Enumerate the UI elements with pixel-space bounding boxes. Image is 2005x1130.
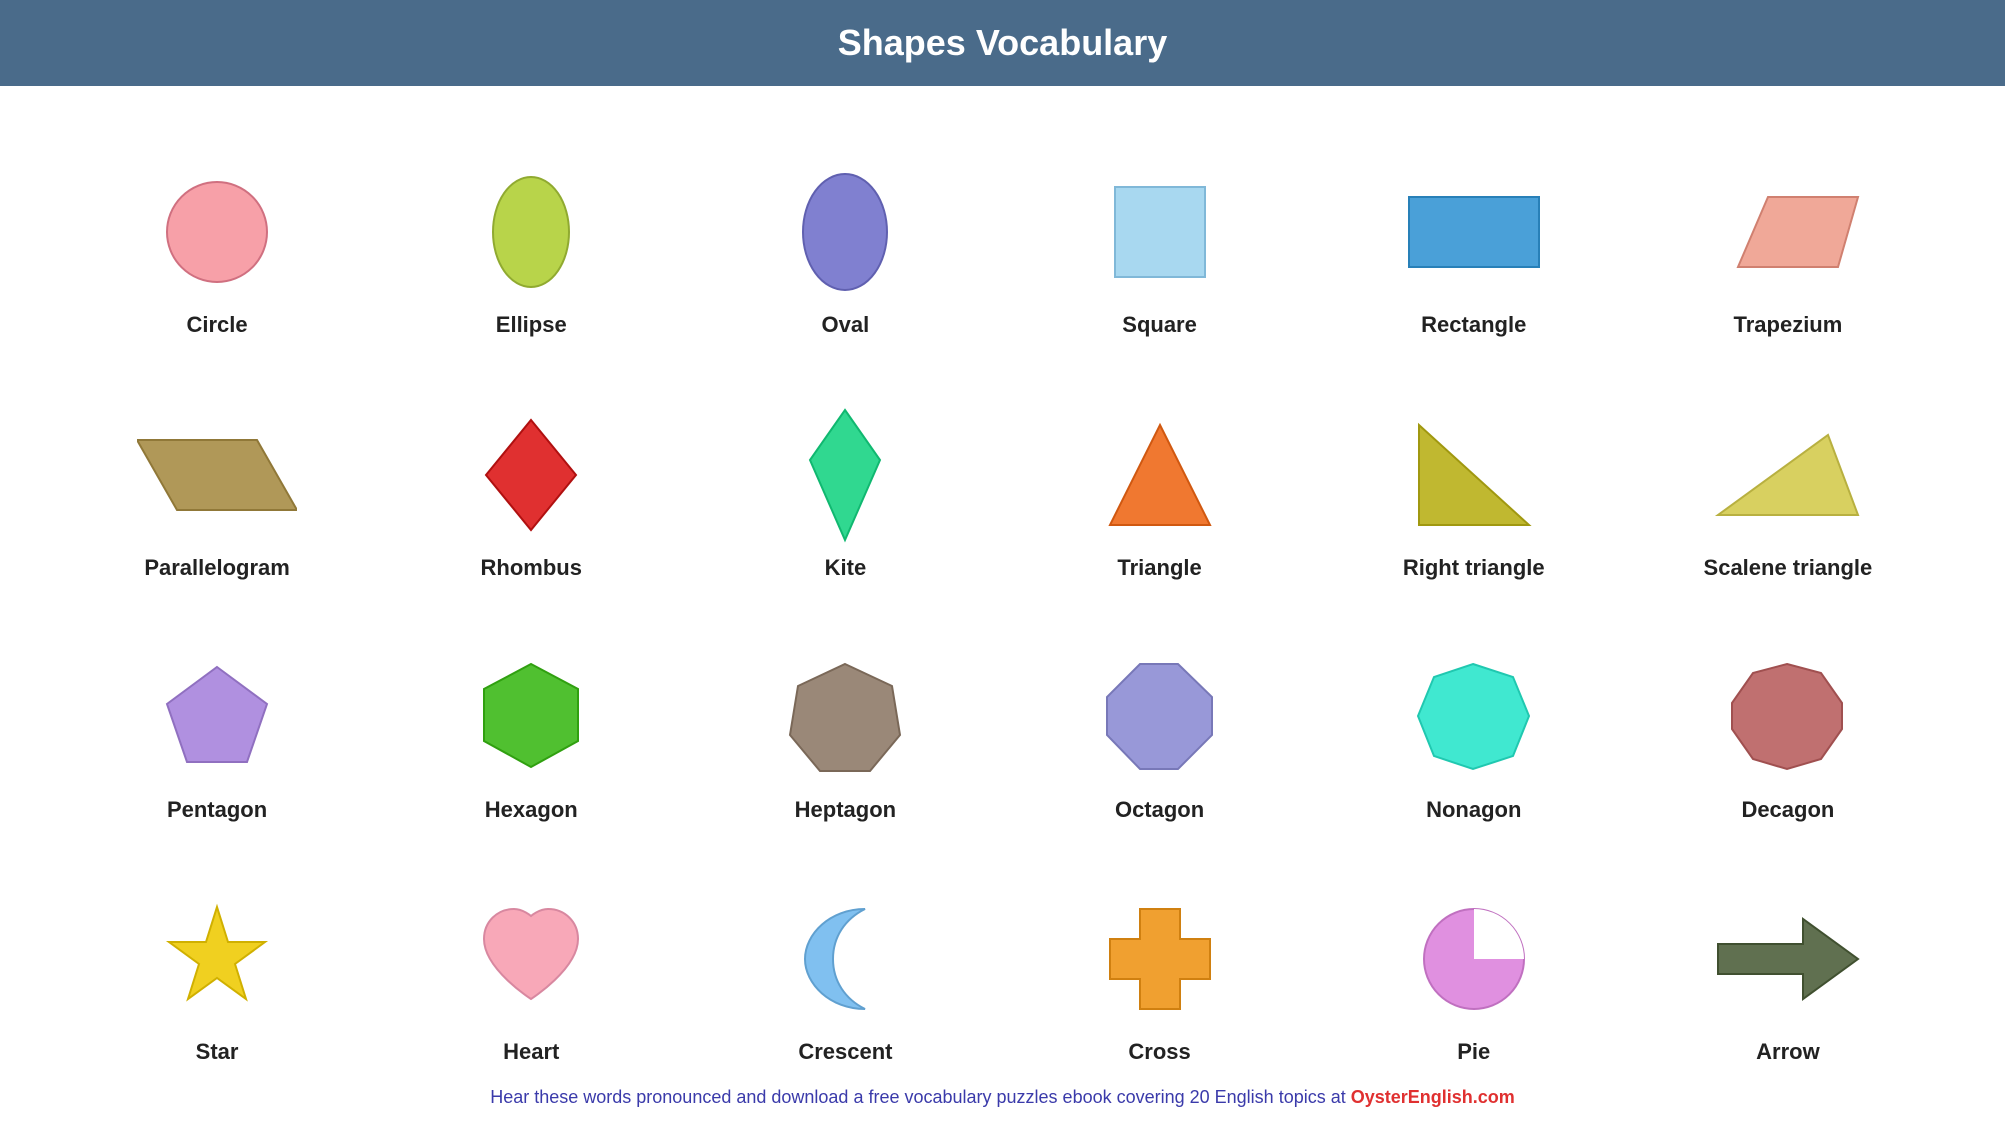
shape-label-nonagon: Nonagon [1426,797,1521,823]
shape-label-arrow: Arrow [1756,1039,1820,1065]
shape-label-scalene-triangle: Scalene triangle [1704,555,1873,581]
shape-item-oval: Oval [688,116,1002,348]
shape-item-pie: Pie [1317,843,1631,1075]
shape-visual-nonagon [1416,647,1531,787]
shape-visual-square [1105,162,1215,302]
shape-label-hexagon: Hexagon [485,797,578,823]
shape-visual-kite [800,405,890,545]
shape-label-oval: Oval [822,312,870,338]
main-content: Circle Ellipse Oval [0,86,2005,1130]
shape-label-pie: Pie [1457,1039,1490,1065]
shape-label-square: Square [1122,312,1197,338]
shape-item-hexagon: Hexagon [374,601,688,833]
shape-label-pentagon: Pentagon [167,797,267,823]
shape-visual-trapezium [1708,162,1868,302]
shape-visual-right-triangle [1414,405,1534,545]
shape-visual-cross [1105,889,1215,1029]
shape-visual-star [160,889,275,1029]
footer-link[interactable]: OysterEnglish.com [1351,1087,1515,1107]
shape-visual-decagon [1730,647,1845,787]
shape-visual-hexagon [476,647,586,787]
shape-item-rectangle: Rectangle [1317,116,1631,348]
shape-item-scalene-triangle: Scalene triangle [1631,358,1945,590]
shape-visual-crescent [795,889,895,1029]
page-header: Shapes Vocabulary [0,0,2005,86]
shape-visual-octagon [1102,647,1217,787]
shape-visual-rhombus [481,405,581,545]
shape-visual-pentagon [162,647,272,787]
shape-item-ellipse: Ellipse [374,116,688,348]
shape-item-nonagon: Nonagon [1317,601,1631,833]
shape-item-cross: Cross [1002,843,1316,1075]
shape-item-circle: Circle [60,116,374,348]
shape-label-ellipse: Ellipse [496,312,567,338]
shape-label-triangle: Triangle [1117,555,1201,581]
page-container: Shapes Vocabulary Circle Ellip [0,0,2005,1130]
shape-label-rectangle: Rectangle [1421,312,1526,338]
shape-label-cross: Cross [1128,1039,1190,1065]
shape-label-rhombus: Rhombus [481,555,582,581]
shape-visual-heart [474,889,589,1029]
shape-visual-parallelogram [137,405,297,545]
shape-item-arrow: Arrow [1631,843,1945,1075]
shapes-grid: Circle Ellipse Oval [60,116,1945,1075]
footer: Hear these words pronounced and download… [60,1075,1945,1120]
shape-item-square: Square [1002,116,1316,348]
shape-item-heart: Heart [374,843,688,1075]
shape-visual-pie [1419,889,1529,1029]
shape-label-kite: Kite [825,555,867,581]
shape-visual-oval [795,162,895,302]
shape-visual-heptagon [788,647,903,787]
shape-item-crescent: Crescent [688,843,1002,1075]
shape-item-octagon: Octagon [1002,601,1316,833]
shape-visual-scalene-triangle [1708,405,1868,545]
shape-label-parallelogram: Parallelogram [144,555,290,581]
shape-label-heptagon: Heptagon [795,797,896,823]
shape-item-heptagon: Heptagon [688,601,1002,833]
page-title: Shapes Vocabulary [838,22,1167,63]
shape-item-star: Star [60,843,374,1075]
shape-item-rhombus: Rhombus [374,358,688,590]
shape-item-right-triangle: Right triangle [1317,358,1631,590]
shape-visual-triangle [1105,405,1215,545]
shape-item-kite: Kite [688,358,1002,590]
shape-label-circle: Circle [187,312,248,338]
shape-visual-circle [162,162,272,302]
shape-item-trapezium: Trapezium [1631,116,1945,348]
shape-visual-ellipse [486,162,576,302]
shape-label-crescent: Crescent [798,1039,892,1065]
shape-item-triangle: Triangle [1002,358,1316,590]
shape-label-heart: Heart [503,1039,559,1065]
shape-label-star: Star [196,1039,239,1065]
shape-label-right-triangle: Right triangle [1403,555,1545,581]
shape-item-parallelogram: Parallelogram [60,358,374,590]
shape-label-octagon: Octagon [1115,797,1204,823]
shape-label-decagon: Decagon [1741,797,1834,823]
shape-visual-rectangle [1404,162,1544,302]
footer-text: Hear these words pronounced and download… [490,1087,1351,1107]
shape-visual-arrow [1713,889,1863,1029]
shape-item-decagon: Decagon [1631,601,1945,833]
shape-label-trapezium: Trapezium [1734,312,1843,338]
shape-item-pentagon: Pentagon [60,601,374,833]
